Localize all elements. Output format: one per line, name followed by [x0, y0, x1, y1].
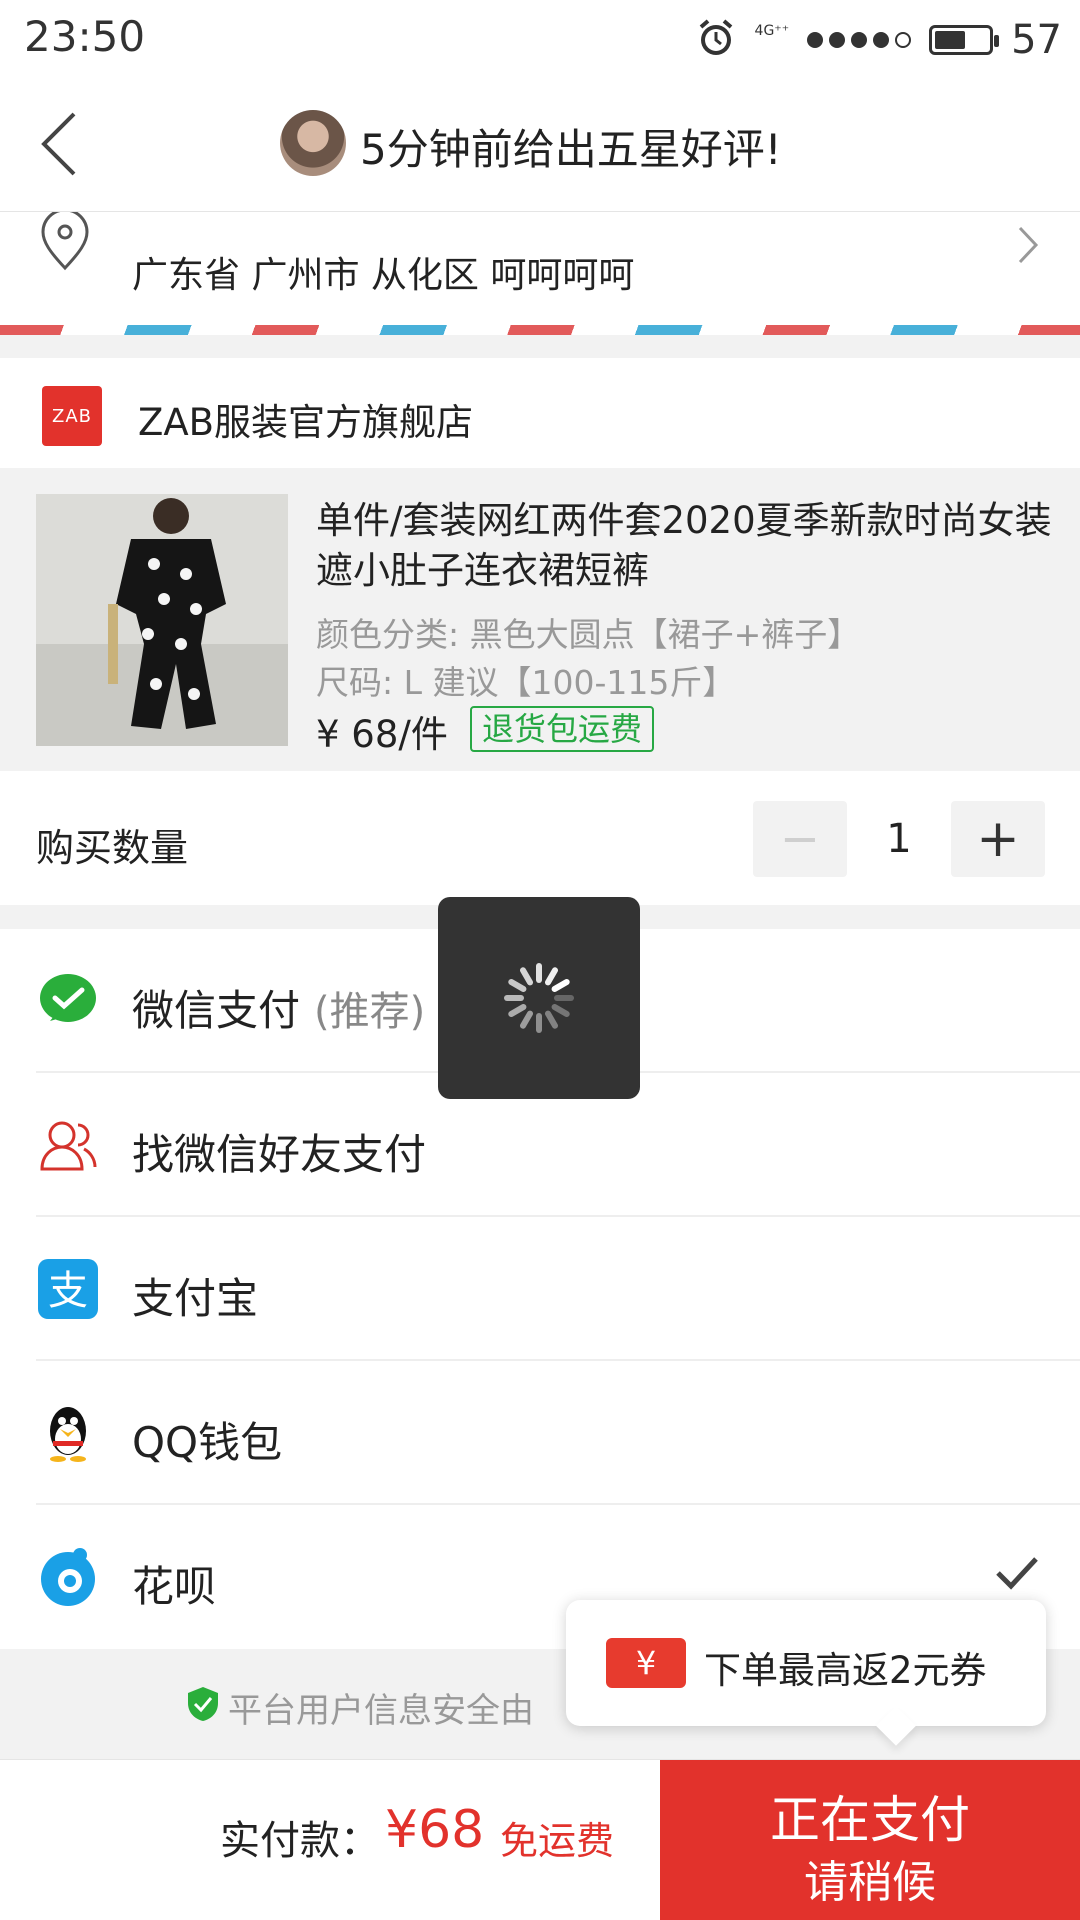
battery-level: 57: [1011, 17, 1062, 63]
battery-icon: [929, 25, 1000, 55]
status-icons: 4G⁺⁺ 57: [695, 12, 1062, 68]
chevron-left-icon: [41, 112, 76, 176]
pay-button-sublabel: 请稍候: [804, 1857, 936, 1908]
product-image: [36, 494, 288, 746]
shield-icon: [186, 1685, 220, 1727]
back-button[interactable]: [30, 104, 110, 184]
spinner-tick: [551, 1004, 570, 1017]
loading-overlay: [438, 897, 640, 1099]
coupon-text: 下单最高返2元券: [704, 1649, 987, 1692]
header: 5分钟前给出五星好评!: [0, 80, 1080, 212]
huabei-icon: [38, 1547, 98, 1607]
payment-recommended-label: (推荐): [314, 989, 426, 1035]
status-bar: 23:50 4G⁺⁺ 57: [0, 0, 1080, 80]
alarm-icon: [695, 17, 737, 63]
wechat-pay-icon: [38, 971, 98, 1031]
coupon-icon: ¥: [606, 1638, 686, 1688]
svg-text:支: 支: [48, 1268, 88, 1314]
friend-icon: [38, 1115, 98, 1175]
payment-label: 花呗: [132, 1562, 217, 1611]
security-text: 平台用户信息安全由: [228, 1691, 534, 1731]
spinner-tick: [520, 967, 533, 986]
section-gap: [0, 335, 1080, 358]
location-icon: [40, 212, 90, 276]
product-color: 颜色分类: 黑色大圆点【裙子+裤子】: [316, 615, 861, 654]
quantity-label: 购买数量: [36, 826, 189, 870]
payment-label: 支付宝: [132, 1274, 259, 1323]
product-title: 单件/套装网红两件套2020夏季新款时尚女装遮小肚子连衣裙短裤: [316, 499, 1052, 592]
qq-icon: [38, 1403, 98, 1463]
total-amount: ¥68: [385, 1800, 485, 1860]
shop-logo: ZAB: [42, 386, 102, 446]
spinner-tick: [508, 979, 527, 992]
pay-button[interactable]: 正在支付 请稍候: [660, 1760, 1080, 1920]
product-size: 尺码: L 建议【100-115斤】: [316, 663, 736, 702]
product-card[interactable]: 单件/套装网红两件套2020夏季新款时尚女装遮小肚子连衣裙短裤 颜色分类: 黑色…: [0, 468, 1080, 771]
payment-option-qq-wallet[interactable]: QQ钱包: [0, 1361, 1080, 1505]
address-text: 广东省 广州市 从化区 呵呵呵呵: [132, 255, 635, 296]
shop-name: ZAB服装官方旗舰店: [138, 401, 474, 444]
spinner-tick: [545, 1010, 558, 1029]
free-shipping-label: 免运费: [500, 1819, 615, 1863]
spinner-icon: [504, 963, 574, 1033]
spinner-tick: [545, 967, 558, 986]
payment-label: 找微信好友支付: [132, 1130, 427, 1179]
chevron-right-icon: [1014, 220, 1044, 274]
payment-label: QQ钱包: [132, 1418, 283, 1467]
check-icon: [994, 1553, 1040, 1597]
payment-label: 微信支付: [132, 986, 301, 1035]
address-row[interactable]: 广东省 广州市 从化区 呵呵呵呵: [0, 212, 1080, 332]
network-label: 4G⁺⁺: [754, 23, 790, 39]
pay-button-label: 正在支付: [770, 1791, 970, 1849]
return-shipping-badge: 退货包运费: [470, 706, 655, 752]
alipay-icon: 支: [38, 1259, 98, 1319]
payment-option-alipay[interactable]: 支 支付宝: [0, 1217, 1080, 1361]
signal-icon: [807, 32, 912, 48]
spinner-tick: [508, 1004, 527, 1017]
total-label: 实付款：: [220, 1818, 380, 1864]
page-title: 5分钟前给出五星好评!: [360, 125, 782, 174]
bottom-bar: 实付款： ¥68 免运费 正在支付 请稍候: [0, 1759, 1080, 1920]
avatar: [280, 110, 346, 176]
spinner-tick: [551, 979, 570, 992]
shop-row[interactable]: ZAB ZAB服装官方旗舰店: [0, 358, 1080, 468]
quantity-increase-button[interactable]: +: [951, 801, 1045, 877]
address-divider-stripe: [0, 325, 1080, 335]
spinner-tick: [520, 1010, 533, 1029]
quantity-decrease-button[interactable]: −: [753, 801, 847, 877]
product-price: ¥ 68/件: [316, 713, 448, 756]
status-time: 23:50: [24, 12, 146, 61]
quantity-row: 购买数量 − 1 +: [0, 771, 1080, 905]
coupon-tooltip: ¥ 下单最高返2元券: [566, 1600, 1046, 1726]
quantity-value: 1: [886, 816, 912, 862]
